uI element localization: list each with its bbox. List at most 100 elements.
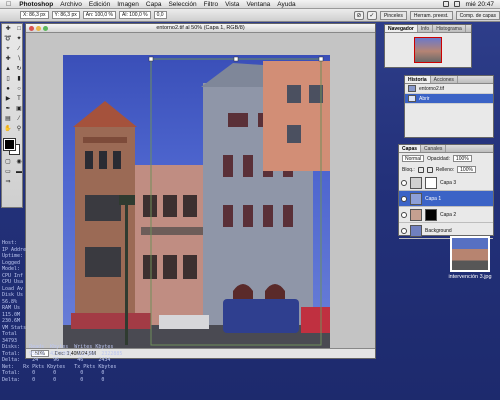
- healing-brush-icon[interactable]: ✚: [3, 55, 13, 64]
- menu-edicion[interactable]: Edición: [89, 1, 110, 8]
- type-tool-icon[interactable]: T: [14, 95, 24, 104]
- shape-tool-icon[interactable]: ▣: [14, 105, 24, 114]
- tab-composiciones-de-capas[interactable]: Comp. de capas: [455, 10, 500, 20]
- tab-navegador[interactable]: Navegador: [385, 25, 418, 32]
- standard-mode-icon[interactable]: ▢: [3, 158, 13, 167]
- marquee-tool-icon[interactable]: □: [14, 25, 24, 34]
- snapshot-thumbnail: [408, 85, 416, 92]
- jump-to-imageready-icon[interactable]: ⇒: [3, 178, 13, 187]
- menu-archivo[interactable]: Archivo: [60, 1, 82, 8]
- fill-field[interactable]: 100%: [457, 166, 476, 173]
- layers-panel: Capas Canales Normal Opacidad: 100% Bloq…: [398, 144, 494, 239]
- history-state[interactable]: Abrir: [405, 94, 493, 104]
- cancel-transform-button[interactable]: ⊘: [353, 10, 364, 20]
- layer-row[interactable]: Capa 2: [399, 207, 493, 223]
- menu-ventana[interactable]: Ventana: [246, 1, 270, 8]
- lasso-tool-icon[interactable]: ➰: [3, 35, 13, 44]
- menu-imagen[interactable]: Imagen: [117, 1, 139, 8]
- width-percent-field[interactable]: An: 100,0 %: [82, 11, 117, 19]
- navigator-thumbnail[interactable]: [414, 37, 442, 63]
- history-brush-icon[interactable]: ↻: [14, 65, 24, 74]
- system-monitor-line: Disks: Reads Kbytes Writes Kbytes: [2, 344, 114, 350]
- crop-tool-icon[interactable]: ⌖: [3, 45, 13, 54]
- zoom-window-button[interactable]: [43, 26, 48, 31]
- tab-historia[interactable]: Historia: [405, 76, 431, 83]
- slice-tool-icon[interactable]: ∕: [14, 45, 24, 54]
- magic-wand-tool-icon[interactable]: ✦: [14, 35, 24, 44]
- layer-thumbnail: [410, 208, 422, 221]
- menu-capa[interactable]: Capa: [146, 1, 162, 8]
- layer-visibility-eye-icon[interactable]: [401, 179, 407, 186]
- clone-stamp-icon[interactable]: ▲: [3, 65, 13, 74]
- file-thumbnail: [450, 236, 490, 272]
- color-swatches: [2, 137, 22, 157]
- menu-clock[interactable]: mié 20:47: [465, 1, 494, 8]
- zoom-tool-icon[interactable]: ⚲: [14, 125, 24, 134]
- system-monitor-line: Total: 0 0 0 0: [2, 370, 105, 376]
- volume-icon[interactable]: [443, 1, 450, 7]
- tab-info[interactable]: Info: [418, 25, 434, 32]
- menu-filtro[interactable]: Filtro: [204, 1, 218, 8]
- tab-herramientas-preestablecidas[interactable]: Herram. preest.: [409, 10, 453, 20]
- eraser-tool-icon[interactable]: ▯: [3, 75, 13, 84]
- display-icon[interactable]: [454, 1, 461, 7]
- screen-mode-standard-icon[interactable]: ▭: [3, 168, 13, 177]
- menu-vista[interactable]: Vista: [225, 1, 239, 8]
- layer-visibility-eye-icon[interactable]: [401, 227, 407, 234]
- history-snapshot[interactable]: entorno2.tif: [405, 84, 493, 94]
- system-monitor-line: Delta: 24 96 46 2434: [2, 357, 111, 363]
- blend-mode-select[interactable]: Normal: [402, 155, 425, 162]
- gradient-tool-icon[interactable]: ▮: [14, 75, 24, 84]
- layer-name: Background: [425, 227, 452, 234]
- history-item-label: Abrir: [419, 95, 430, 102]
- eyedropper-tool-icon[interactable]: ⁄: [14, 115, 24, 124]
- desktop-file-icon[interactable]: intervención 3.jpg: [446, 236, 494, 280]
- quick-mask-icon[interactable]: ◉: [14, 158, 24, 167]
- apple-menu-icon[interactable]: : [6, 1, 11, 8]
- rotation-field[interactable]: 0,0: [153, 11, 167, 19]
- lock-transparency-icon[interactable]: [417, 166, 424, 173]
- close-window-button[interactable]: [29, 26, 34, 31]
- layer-thumbnail: [410, 192, 422, 205]
- tab-acciones[interactable]: Acciones: [431, 76, 458, 83]
- layer-row[interactable]: Capa 1: [399, 191, 493, 207]
- dodge-tool-icon[interactable]: ○: [14, 85, 24, 94]
- foreground-color-swatch[interactable]: [3, 138, 16, 151]
- commit-transform-button[interactable]: ✓: [366, 10, 377, 20]
- y-position-field[interactable]: Y: 86,3 px: [51, 11, 80, 19]
- minimize-window-button[interactable]: [36, 26, 41, 31]
- history-item-label: entorno2.tif: [419, 85, 445, 92]
- tab-canales[interactable]: Canales: [421, 145, 447, 152]
- screen-mode-full-icon[interactable]: ▬: [14, 168, 24, 177]
- opacity-field[interactable]: 100%: [452, 155, 472, 162]
- system-monitor-text: Host: IP Addre Uptime: Logged Model: CPU Inf C…: [2, 240, 122, 400]
- document-title-bar[interactable]: entorno2.tif al 50% (Capa 1, RGB/8): [26, 24, 375, 33]
- history-panel: Historia Acciones entorno2.tif Abrir: [404, 75, 494, 138]
- x-position-field[interactable]: X: 86,3 px: [20, 11, 49, 19]
- blur-tool-icon[interactable]: ●: [3, 85, 13, 94]
- move-tool-icon[interactable]: ✚: [3, 25, 13, 34]
- layer-visibility-eye-icon[interactable]: [401, 211, 407, 218]
- height-percent-field[interactable]: Al: 100,0 %: [119, 11, 151, 19]
- tab-pinceles[interactable]: Pinceles: [379, 10, 407, 20]
- menu-bar:  Photoshop Archivo Edición Imagen Capa …: [0, 0, 500, 9]
- layer-visibility-eye-icon[interactable]: [401, 195, 407, 202]
- opacity-label: Opacidad:: [427, 155, 450, 162]
- lock-pixels-icon[interactable]: [426, 166, 433, 173]
- tab-histograma[interactable]: Histograma: [433, 25, 466, 32]
- tab-capas[interactable]: Capas: [399, 145, 422, 152]
- menu-seleccion[interactable]: Selección: [168, 1, 196, 8]
- layer-thumbnail: [410, 176, 422, 189]
- notes-tool-icon[interactable]: ▤: [3, 115, 13, 124]
- document-title: entorno2.tif al 50% (Capa 1, RGB/8): [156, 25, 245, 31]
- layer-mask-thumbnail: [425, 176, 437, 189]
- pen-tool-icon[interactable]: ✒: [3, 105, 13, 114]
- layer-name: Capa 3: [440, 179, 457, 186]
- path-selection-icon[interactable]: ▶: [3, 95, 13, 104]
- hand-tool-icon[interactable]: ✋: [3, 125, 13, 134]
- menu-ayuda[interactable]: Ayuda: [277, 1, 295, 8]
- brush-tool-icon[interactable]: ∖: [14, 55, 24, 64]
- history-state-icon: [408, 95, 416, 102]
- menu-photoshop[interactable]: Photoshop: [19, 1, 53, 8]
- layer-row[interactable]: Capa 3: [399, 175, 493, 191]
